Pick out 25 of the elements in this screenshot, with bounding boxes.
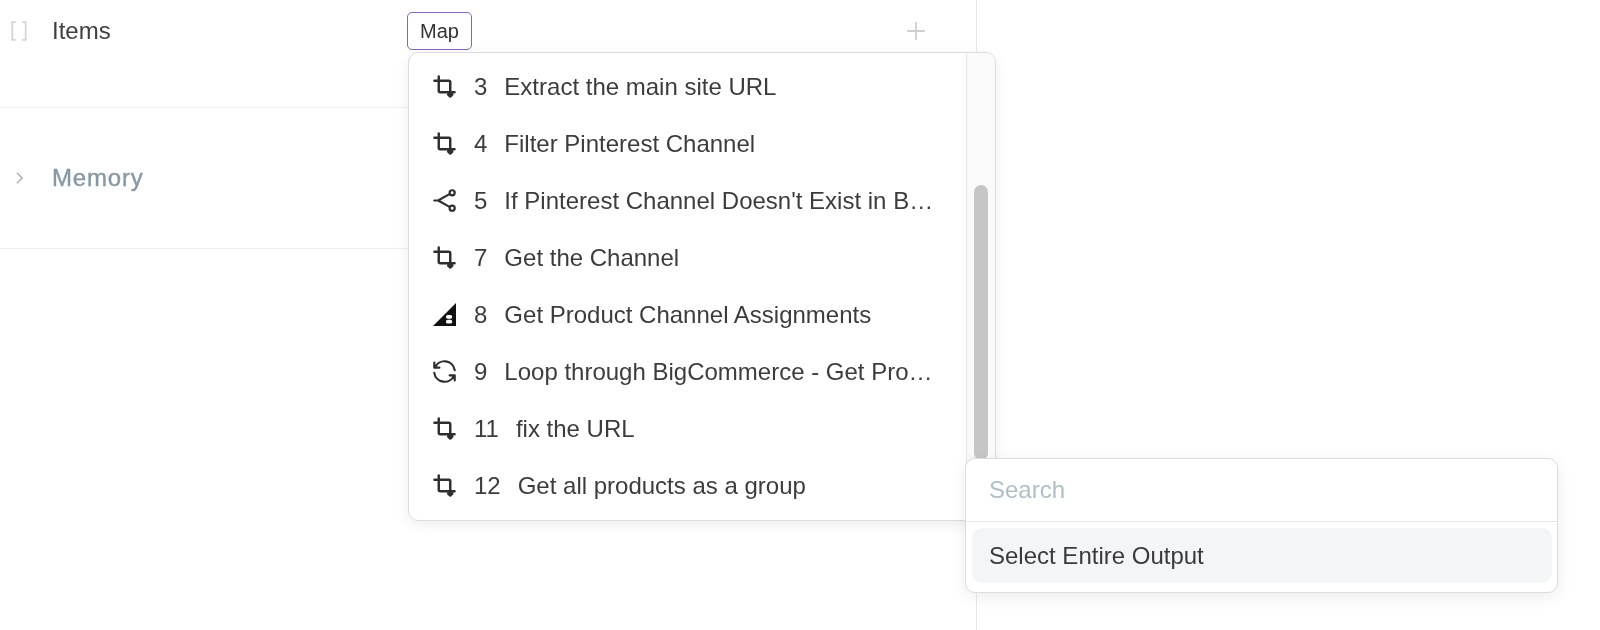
menu-item[interactable]: 4 Filter Pinterest Channel xyxy=(409,115,966,172)
map-token[interactable]: Map xyxy=(407,12,472,50)
crop-icon xyxy=(433,417,456,440)
crop-icon xyxy=(433,246,456,269)
menu-item[interactable]: 9 Loop through BigCommerce - Get Pro… xyxy=(409,343,966,400)
scrollbar-thumb[interactable] xyxy=(974,185,988,460)
crop-icon xyxy=(433,132,456,155)
crop-icon xyxy=(433,474,456,497)
menu-item[interactable]: 12 Get all products as a group xyxy=(409,457,966,514)
field-label: Items xyxy=(52,16,112,46)
menu-option[interactable]: Select Entire Output xyxy=(972,528,1552,583)
search-field[interactable]: Search xyxy=(966,459,1557,522)
crop-icon xyxy=(433,75,456,98)
menu-item[interactable]: 5 If Pinterest Channel Doesn't Exist in B… xyxy=(409,172,966,229)
chevron-right-icon[interactable] xyxy=(15,172,24,184)
menu-item[interactable]: 8 Get Product Channel Assignments xyxy=(409,286,966,343)
menu-item[interactable]: 11 fix the URL xyxy=(409,400,966,457)
branch-icon xyxy=(433,189,456,212)
menu-item[interactable]: 7 Get the Channel xyxy=(409,229,966,286)
brackets-icon xyxy=(8,21,30,41)
triangle-logo-icon xyxy=(433,303,456,326)
plus-icon[interactable] xyxy=(906,21,926,41)
menu-item[interactable]: 3 Extract the main site URL xyxy=(409,58,966,115)
refresh-icon xyxy=(433,360,456,383)
search-input[interactable]: Search xyxy=(989,475,1534,505)
